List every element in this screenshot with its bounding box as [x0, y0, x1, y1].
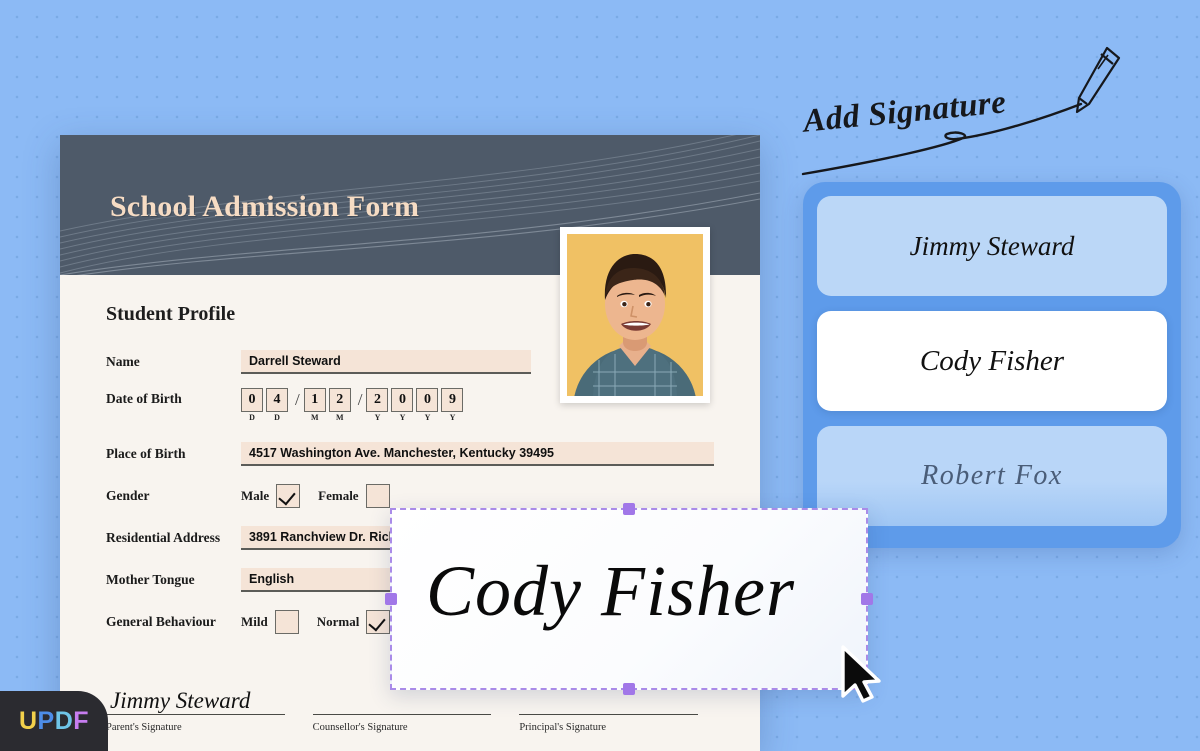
option-label-mild: Mild — [241, 614, 268, 629]
dob-digit-box[interactable]: 0 — [391, 388, 414, 412]
dob-sublabel: M — [335, 413, 344, 422]
label-place-of-birth: Place of Birth — [106, 446, 186, 461]
signature-card-jimmy-steward[interactable]: Jimmy Steward — [817, 196, 1167, 296]
signature-slot-parent[interactable]: Jimmy Steward Parent's Signature — [106, 670, 285, 733]
signature-card-label: Jimmy Steward — [909, 230, 1075, 261]
dob-digit: 9Y — [441, 388, 464, 422]
dob-input-group[interactable]: 0D 4D / 1M 2M / 2Y 0Y 0Y 9Y — [241, 388, 466, 422]
dragged-signature-label: Cody Fisher — [426, 551, 795, 631]
logo-letter-f: F — [73, 706, 90, 735]
signature-rule — [519, 714, 699, 715]
option-label-normal: Normal — [316, 614, 360, 629]
dob-digit-box[interactable]: 2 — [328, 388, 351, 412]
dob-digit-box[interactable]: 0 — [416, 388, 439, 412]
signature-caption: Principal's Signature — [519, 722, 607, 733]
label-gender: Gender — [106, 488, 150, 503]
updf-logo-text: UPDF — [19, 707, 89, 736]
checkbox-female[interactable] — [365, 484, 390, 508]
signature-picker-panel[interactable]: Jimmy Steward Cody Fisher Robert Fox — [803, 182, 1181, 548]
gender-options: Male Female — [241, 484, 408, 508]
dob-digit: 0Y — [391, 388, 414, 422]
pencil-icon — [1075, 46, 1121, 114]
logo-letter-p: P — [37, 706, 55, 735]
dob-digit-box[interactable]: 9 — [441, 388, 464, 412]
signature-card-cody-fisher[interactable]: Cody Fisher — [817, 311, 1167, 411]
label-general-behaviour: General Behaviour — [106, 614, 216, 629]
signature-card-robert-fox[interactable]: Robert Fox — [817, 426, 1167, 526]
dob-digit: 0D — [241, 388, 263, 422]
signature-rule — [312, 714, 492, 715]
updf-logo-badge: UPDF — [0, 691, 108, 751]
signature-rule — [106, 714, 285, 715]
dob-digit-box[interactable]: 2 — [366, 388, 389, 412]
dob-sublabel: Y — [424, 413, 431, 422]
dob-sublabel: M — [310, 413, 319, 422]
input-name[interactable]: Darrell Steward — [241, 350, 531, 374]
mouse-pointer-icon — [841, 645, 881, 703]
dob-digit-box[interactable]: 4 — [266, 388, 288, 412]
dob-digit-box[interactable]: 0 — [241, 388, 263, 412]
logo-letter-u: U — [18, 706, 38, 735]
dob-sublabel: D — [274, 413, 280, 422]
page-title: School Admission Form — [110, 190, 420, 223]
dragged-signature-object[interactable]: Cody Fisher — [385, 503, 873, 695]
label-dob: Date of Birth — [106, 391, 182, 406]
dob-digit: 1M — [303, 388, 326, 422]
logo-letter-d: D — [54, 706, 74, 735]
dob-digit: 2Y — [366, 388, 389, 422]
signature-card-label: Cody Fisher — [919, 344, 1065, 377]
dob-sublabel: D — [249, 413, 255, 422]
dob-sublabel: Y — [374, 413, 381, 422]
signature-card-label: Robert Fox — [921, 460, 1063, 491]
checkbox-normal[interactable] — [366, 610, 391, 634]
checkbox-male[interactable] — [276, 484, 301, 508]
option-label-male: Male — [241, 488, 270, 503]
dob-digit: 2M — [328, 388, 351, 422]
label-mother-tongue: Mother Tongue — [106, 572, 195, 587]
option-label-female: Female — [318, 488, 359, 503]
dob-sublabel: Y — [449, 413, 456, 422]
dob-digit: 4D — [266, 388, 288, 422]
label-name: Name — [106, 354, 140, 369]
dob-digit-box[interactable]: 1 — [303, 388, 326, 412]
student-photo — [567, 234, 703, 396]
general-behaviour-options: Mild Normal — [241, 610, 408, 634]
signature-caption: Parent's Signature — [106, 722, 182, 733]
dob-separator: / — [295, 390, 300, 409]
field-row-place-of-birth: Place of Birth 4517 Washington Ave. Manc… — [106, 438, 760, 470]
parent-signature-ink: Jimmy Steward — [110, 688, 251, 713]
resize-handle-bottom[interactable] — [623, 683, 635, 695]
checkbox-mild[interactable] — [274, 610, 299, 634]
input-place-of-birth[interactable]: 4517 Washington Ave. Manchester, Kentuck… — [241, 442, 714, 466]
resize-handle-right[interactable] — [861, 593, 873, 605]
add-signature-headline: Add Signature — [795, 42, 1125, 182]
resize-handle-top[interactable] — [623, 503, 635, 515]
signature-caption: Counsellor's Signature — [312, 722, 408, 733]
dob-sublabel: Y — [399, 413, 406, 422]
dob-separator: / — [357, 390, 363, 409]
dob-digit: 0Y — [416, 388, 439, 422]
label-residential-address: Residential Address — [106, 530, 221, 545]
student-photo-frame — [560, 227, 710, 403]
resize-handle-left[interactable] — [385, 593, 397, 605]
